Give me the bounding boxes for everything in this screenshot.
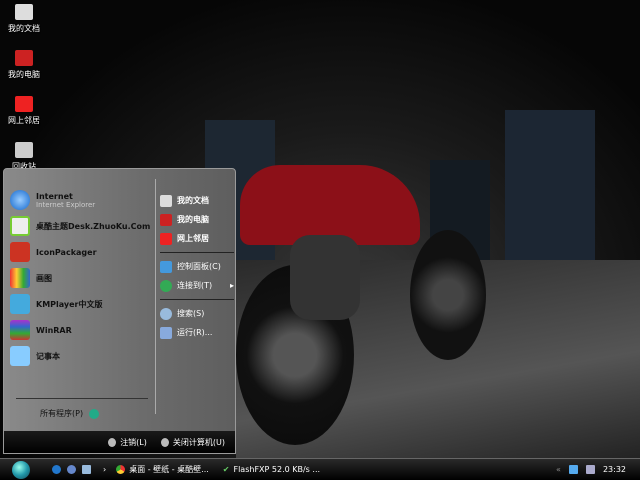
logoff-button[interactable]: 注销(L) (108, 437, 147, 448)
motorcycle-body (240, 165, 420, 245)
task-flashfxp[interactable]: ✔ FlashFXP 52.0 KB/s ... (223, 465, 320, 474)
chrome-icon (116, 465, 126, 474)
network-tray-icon[interactable] (568, 465, 578, 474)
program-zhuoku[interactable]: 桌酷主题Desk.ZhuoKu.Com (10, 213, 154, 239)
search-icon (160, 307, 172, 320)
menu-run[interactable]: 运行(R)... (160, 323, 234, 342)
zhuoku-icon (10, 216, 30, 236)
logoff-icon (108, 437, 117, 447)
paint-icon (10, 268, 30, 288)
taskbar: › 桌面 - 壁纸 - 桌酷壁... ✔ FlashFXP 52.0 KB/s .… (0, 458, 640, 480)
power-icon (160, 437, 169, 447)
ie-quicklaunch-icon[interactable] (52, 465, 61, 474)
front-wheel (410, 230, 486, 360)
exhaust (290, 235, 360, 320)
divider (16, 398, 148, 399)
all-programs-button[interactable]: 所有程序(P) (40, 408, 100, 419)
menu-search[interactable]: 搜索(S) (160, 304, 234, 323)
browser-quicklaunch-icon[interactable] (67, 465, 76, 474)
divider (160, 252, 234, 253)
program-winrar[interactable]: WinRAR (10, 317, 154, 343)
chevron-left-icon[interactable]: « (556, 465, 561, 474)
start-button[interactable] (12, 460, 30, 479)
program-internet[interactable]: Internet Internet Explorer (10, 187, 154, 213)
chevron-right-icon: ▸ (229, 281, 234, 290)
building (505, 110, 595, 260)
arrow-right-icon (89, 408, 100, 419)
iconpackager-icon (10, 242, 30, 262)
network-icon (15, 96, 33, 112)
globe-icon (160, 279, 172, 292)
volume-tray-icon[interactable] (585, 465, 595, 474)
menu-my-computer[interactable]: 我的电脑 (160, 210, 234, 229)
recycle-bin-icon (15, 142, 33, 158)
kmplayer-icon (10, 294, 30, 314)
menu-control-panel[interactable]: 控制面板(C) (160, 257, 234, 276)
menu-network[interactable]: 网上邻居 (160, 229, 234, 248)
menu-my-documents[interactable]: 我的文档 (160, 191, 234, 210)
task-browser[interactable]: 桌面 - 壁纸 - 桌酷壁... (116, 464, 209, 475)
notepad-icon (10, 346, 30, 366)
desktop-icon-network[interactable]: 网上邻居 (2, 96, 46, 126)
program-iconpackager[interactable]: IconPackager (10, 239, 154, 265)
start-menu: Internet Internet Explorer 桌酷主题Desk.ZhuoK… (3, 168, 236, 454)
program-paint[interactable]: 画图 (10, 265, 154, 291)
computer-icon (160, 213, 172, 226)
chevron-right-icon[interactable]: › (103, 465, 106, 474)
network-icon (160, 232, 172, 245)
menu-connect-to[interactable]: 连接到(T) ▸ (160, 276, 234, 295)
computer-icon (15, 50, 33, 66)
clock[interactable]: 23:32 (603, 465, 626, 474)
desktop-icon-my-computer[interactable]: 我的电脑 (2, 50, 46, 80)
winrar-icon (10, 320, 30, 340)
desktop-icon-my-documents[interactable]: 我的文档 (2, 4, 46, 34)
shutdown-button[interactable]: 关闭计算机(U) (160, 437, 225, 448)
system-tray: « 23:32 (556, 465, 640, 474)
flashfxp-icon: ✔ (222, 465, 230, 474)
program-kmplayer[interactable]: KMPlayer中文版 (10, 291, 154, 317)
control-panel-icon (160, 260, 172, 273)
documents-icon (160, 194, 172, 207)
desktop-quicklaunch-icon[interactable] (82, 465, 91, 474)
divider (155, 179, 156, 414)
divider (160, 299, 234, 300)
run-icon (160, 326, 172, 339)
documents-icon (15, 4, 33, 20)
start-menu-footer: 注销(L) 关闭计算机(U) (4, 431, 235, 453)
ie-icon (10, 190, 30, 210)
program-notepad[interactable]: 记事本 (10, 343, 154, 369)
